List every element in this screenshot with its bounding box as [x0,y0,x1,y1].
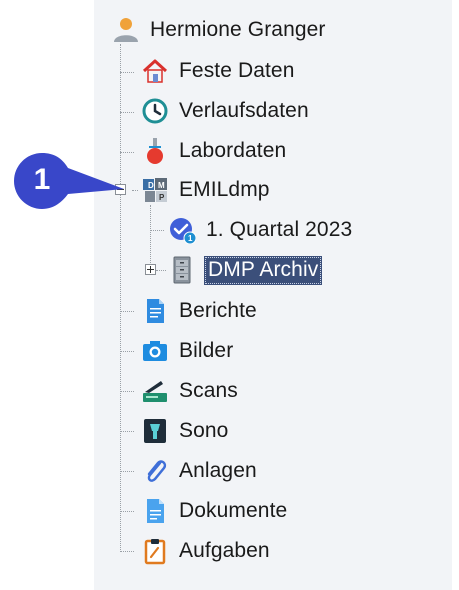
tree-item-feste-daten[interactable]: Feste Daten [141,56,295,86]
tree-connector [150,205,151,271]
person-icon [112,16,140,44]
camera-icon [141,337,169,365]
tree-item-sono[interactable]: Sono [141,416,228,446]
svg-text:D: D [148,181,154,190]
tree-item-label: Berichte [179,299,257,322]
tree-root-node[interactable]: Hermione Granger [112,15,326,45]
file-cabinet-icon [168,256,196,284]
tree-item-label: Bilder [179,339,234,362]
tree-item-label: Aufgaben [179,539,270,562]
tree-item-anlagen[interactable]: Anlagen [141,456,257,486]
paperclip-icon [141,457,169,485]
tree-connector [120,311,134,312]
tree-connector [120,112,134,113]
tree-item-bilder[interactable]: Bilder [141,336,233,366]
tree-item-berichte[interactable]: Berichte [141,296,257,326]
svg-text:M: M [158,181,165,190]
tree-connector [156,270,166,271]
tree-item-label: Anlagen [179,459,257,482]
tree-item-quartal[interactable]: 1 1. Quartal 2023 [168,215,352,245]
scanner-icon [141,377,169,405]
tree-connector [120,511,134,512]
tree-connector [120,471,134,472]
tree-connector [120,551,134,552]
tree-item-scans[interactable]: Scans [141,376,238,406]
tree-item-label: Sono [179,419,229,442]
tree-item-label: DMP Archiv [204,255,323,285]
tree-item-dmp-archiv[interactable]: DMP Archiv [168,255,323,285]
house-icon [141,57,169,85]
expand-toggle-dmp-archiv[interactable] [145,264,156,275]
ultrasound-icon [141,417,169,445]
tree-connector [120,391,134,392]
clock-icon [141,97,169,125]
check-badge-icon: 1 [168,216,196,244]
quartal-badge: 1 [188,234,193,243]
tree-item-aufgaben[interactable]: Aufgaben [141,536,270,566]
flask-icon [141,137,169,165]
tree-item-verlaufsdaten[interactable]: Verlaufsdaten [141,96,309,126]
tree-item-dokumente[interactable]: Dokumente [141,496,287,526]
tree-item-label: Verlaufsdaten [179,99,309,122]
callout-number: 1 [33,163,51,196]
tree-connector [120,431,134,432]
tree-root-label: Hermione Granger [150,18,326,41]
tree-item-label: Dokumente [179,499,288,522]
tree-item-label: Scans [179,379,238,402]
tree-connector [120,351,134,352]
tree-connector [150,230,164,231]
tree-item-labordaten[interactable]: Labordaten [141,136,286,166]
tree-connector [120,72,134,73]
tree-connector [132,190,138,191]
dmp-puzzle-icon: D M P [141,176,169,204]
tree-item-label: Feste Daten [179,59,295,82]
document-icon [141,297,169,325]
tree-connector [120,44,121,552]
document-icon [141,497,169,525]
tree-item-emildmp[interactable]: D M P EMILdmp [141,175,270,205]
tree-item-label: EMILdmp [179,178,270,201]
tree-item-label: 1. Quartal 2023 [206,218,353,241]
tree-item-label: Labordaten [179,139,287,162]
clipboard-icon [141,537,169,565]
svg-text:P: P [159,193,165,202]
